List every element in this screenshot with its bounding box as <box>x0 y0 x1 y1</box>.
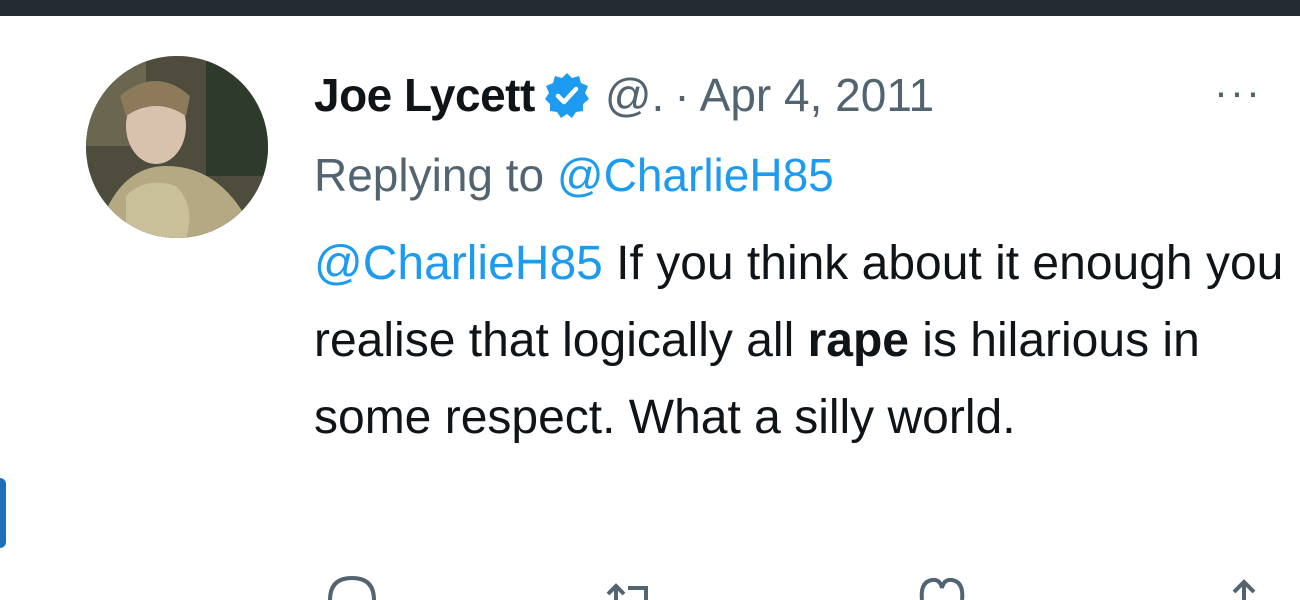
like-icon[interactable] <box>912 566 972 600</box>
edge-indicator <box>0 478 6 548</box>
reply-to-mention[interactable]: @CharlieH85 <box>557 149 834 201</box>
replying-to-label: Replying to <box>314 149 545 201</box>
retweet-icon[interactable] <box>602 566 662 600</box>
more-options-button[interactable]: ··· <box>1198 71 1278 118</box>
text-mention[interactable]: @CharlieH85 <box>314 237 603 290</box>
tweet-date[interactable]: Apr 4, 2011 <box>700 68 934 122</box>
tweet-text: @CharlieH85 If you think about it enough… <box>314 225 1284 456</box>
author-name[interactable]: Joe Lycett <box>314 68 535 122</box>
tweet-header: Joe Lycett @. · Apr 4, 2011 <box>314 60 934 130</box>
tweet-actions <box>0 566 1300 600</box>
reply-icon[interactable] <box>322 566 382 600</box>
share-icon[interactable] <box>1214 566 1274 600</box>
avatar[interactable] <box>86 56 268 238</box>
separator: · <box>674 69 690 121</box>
verified-badge-icon <box>543 71 591 119</box>
top-bar <box>0 0 1300 16</box>
author-handle[interactable]: @. <box>605 68 664 122</box>
text-bold-word: rape <box>807 314 909 367</box>
replying-to-line: Replying to @CharlieH85 <box>314 148 834 202</box>
